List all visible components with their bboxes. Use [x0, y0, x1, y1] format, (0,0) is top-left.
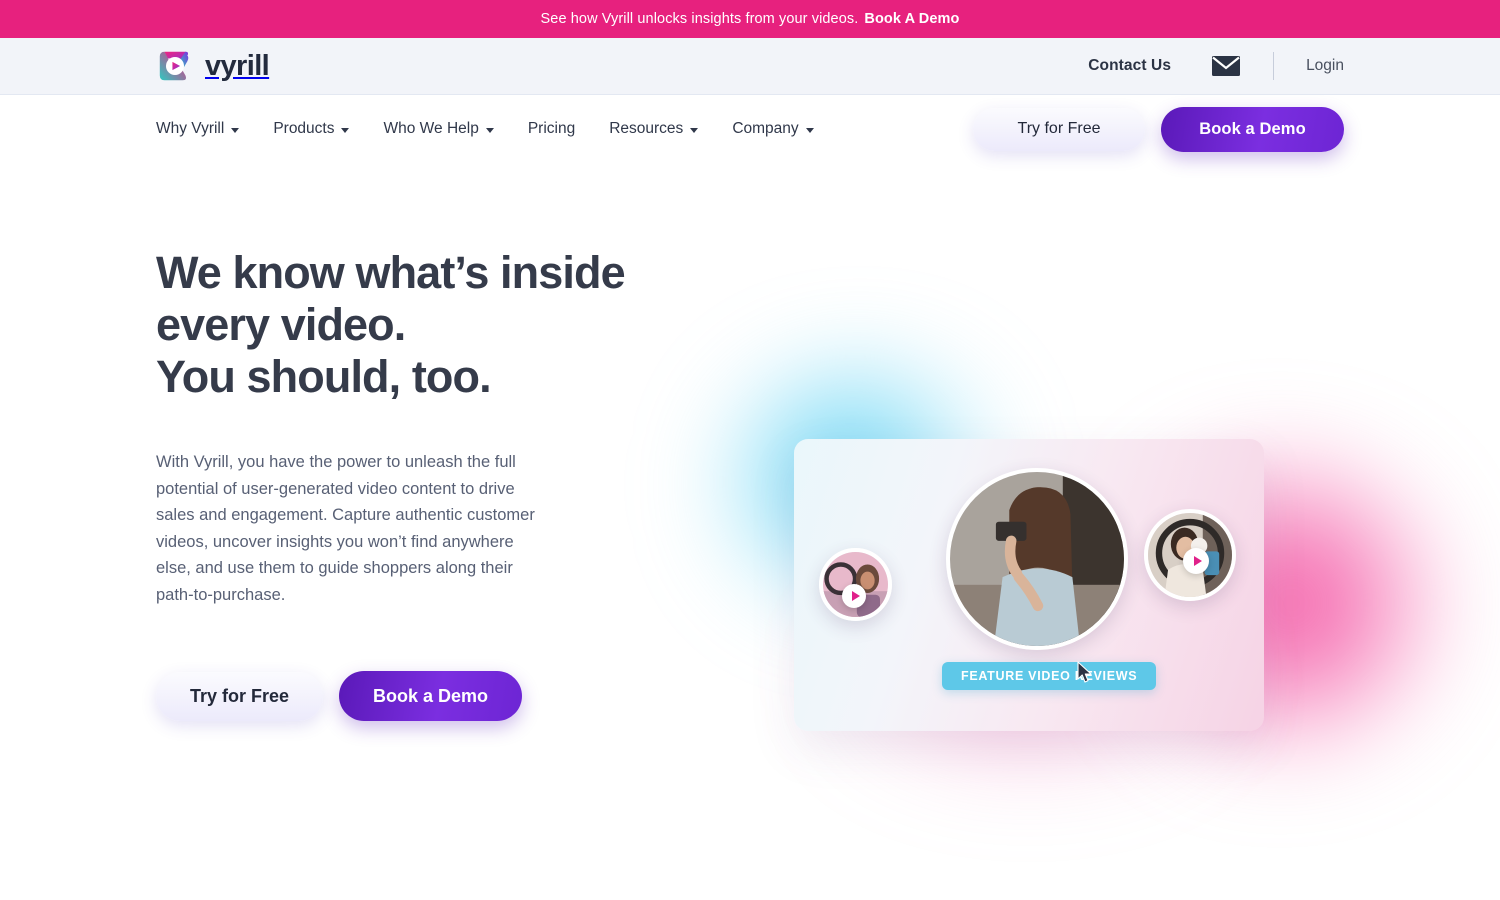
vyrill-logo[interactable]: vyrill	[156, 47, 270, 85]
hero-title-line-3: You should, too.	[156, 351, 492, 402]
header-divider	[1273, 52, 1275, 80]
video-thumbnail-center[interactable]	[946, 468, 1128, 650]
nav-book-a-demo-button[interactable]: Book a Demo	[1161, 106, 1344, 152]
hero-title-line-1: We know what’s inside	[156, 247, 626, 298]
nav-item-who-we-help[interactable]: Who We Help	[383, 120, 494, 138]
utility-header: vyrill Contact Us Login	[0, 38, 1500, 95]
announcement-text: See how Vyrill unlocks insights from you…	[540, 11, 859, 27]
nav-item-why-vyrill[interactable]: Why Vyrill	[156, 120, 240, 138]
hero-title-line-2: every video.	[156, 299, 406, 350]
utility-header-right: Contact Us Login	[1088, 52, 1344, 80]
play-button-left[interactable]	[842, 584, 866, 608]
hero-section: We know what’s inside every video. You s…	[0, 163, 1500, 783]
nav-try-for-free-button[interactable]: Try for Free	[973, 107, 1145, 151]
nav-item-pricing[interactable]: Pricing	[528, 120, 575, 138]
mouse-cursor-icon	[1077, 661, 1092, 683]
hero-copy: We know what’s inside every video. You s…	[156, 247, 696, 721]
envelope-icon[interactable]	[1171, 55, 1241, 77]
hero-cta-group: Try for Free Book a Demo	[156, 671, 696, 721]
hero-book-a-demo-button[interactable]: Book a Demo	[339, 671, 522, 721]
nav-item-products[interactable]: Products	[273, 120, 350, 138]
nav-item-label: Products	[273, 120, 335, 137]
hero-video-card: FEATURE VIDEO REVIEWS	[794, 439, 1264, 731]
announcement-bar: See how Vyrill unlocks insights from you…	[0, 0, 1500, 38]
chevron-down-icon	[690, 127, 699, 133]
vyrill-play-logo-icon	[156, 47, 194, 85]
hero-try-for-free-button[interactable]: Try for Free	[156, 671, 323, 721]
nav-item-label: Resources	[609, 120, 684, 137]
nav-item-label: Why Vyrill	[156, 120, 225, 137]
chevron-down-icon	[485, 127, 494, 133]
chevron-down-icon	[341, 127, 350, 133]
hero-visual: FEATURE VIDEO REVIEWS	[700, 353, 1440, 783]
contact-us-link[interactable]: Contact Us	[1088, 57, 1171, 75]
nav-item-label: Who We Help	[383, 120, 479, 137]
play-icon	[851, 591, 860, 601]
play-button-right[interactable]	[1183, 548, 1209, 574]
page-title: We know what’s inside every video. You s…	[156, 247, 696, 403]
announcement-book-demo-link[interactable]: Book A Demo	[864, 11, 959, 27]
nav-cta-group: Try for Free Book a Demo	[973, 106, 1344, 152]
nav-item-resources[interactable]: Resources	[609, 120, 699, 138]
chevron-down-icon	[231, 127, 240, 133]
nav-item-label: Company	[732, 120, 799, 137]
nav-item-company[interactable]: Company	[732, 120, 814, 138]
main-navigation: Why Vyrill Products Who We Help Pricing …	[0, 95, 1500, 163]
nav-item-list: Why Vyrill Products Who We Help Pricing …	[156, 120, 814, 138]
play-icon	[1193, 556, 1202, 566]
nav-item-label: Pricing	[527, 120, 576, 137]
logo-wordmark: vyrill	[205, 49, 270, 82]
login-link[interactable]: Login	[1306, 57, 1344, 75]
chevron-down-icon	[805, 127, 814, 133]
hero-paragraph: With Vyrill, you have the power to unlea…	[156, 453, 535, 604]
feature-video-reviews-button[interactable]: FEATURE VIDEO REVIEWS	[942, 662, 1157, 690]
